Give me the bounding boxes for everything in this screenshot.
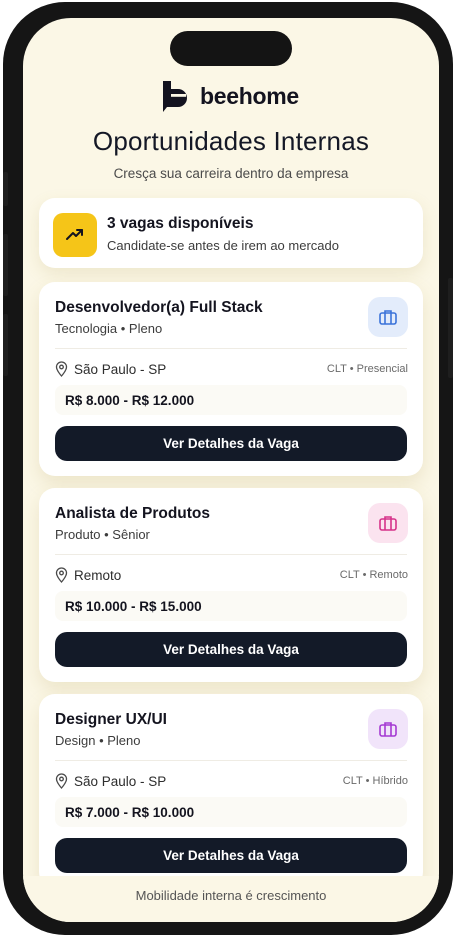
job-card: Designer UX/UI Design • Pleno São Paulo … [39, 694, 423, 888]
mute-switch [3, 172, 8, 206]
summary-subtitle: Candidate-se antes de irem ao mercado [107, 238, 339, 253]
app-screen: beehome Oportunidades Internas Cresça su… [23, 18, 439, 922]
job-title: Analista de Produtos [55, 505, 211, 522]
job-meta: Design • Pleno [55, 733, 141, 748]
location-pin-icon [55, 773, 68, 789]
job-contract: CLT • Híbrido [342, 775, 408, 787]
trending-up-icon [53, 213, 97, 257]
view-job-details-button[interactable]: Ver Detalhes da Vaga [55, 632, 407, 667]
briefcase-icon [368, 503, 408, 543]
job-location: São Paulo - SP [55, 361, 166, 377]
job-title: Desenvolvedor(a) Full Stack [55, 299, 263, 316]
view-job-details-button[interactable]: Ver Detalhes da Vaga [55, 426, 407, 461]
job-location-text: São Paulo - SP [74, 773, 167, 789]
job-salary: R$ 7.000 - R$ 10.000 [55, 797, 407, 827]
power-button [448, 278, 453, 378]
volume-down-button [3, 314, 8, 376]
phone-frame: beehome Oportunidades Internas Cresça su… [3, 2, 453, 935]
view-job-details-button[interactable]: Ver Detalhes da Vaga [55, 838, 407, 873]
beehome-logo-icon [163, 80, 187, 112]
brand-name: beehome [200, 82, 299, 109]
page-subtitle: Cresça sua carreira dentro da empresa [113, 166, 349, 181]
footer-tagline: Mobilidade interna é crescimento [23, 876, 439, 922]
briefcase-icon [368, 709, 408, 749]
page-title: Oportunidades Internas [92, 126, 370, 156]
job-meta: Produto • Sênior [55, 527, 150, 542]
card-divider [55, 554, 407, 555]
briefcase-icon [368, 297, 408, 337]
card-divider [55, 348, 407, 349]
job-card: Desenvolvedor(a) Full Stack Tecnologia •… [39, 282, 423, 476]
job-location-text: São Paulo - SP [74, 361, 167, 377]
job-location: Remoto [55, 567, 121, 583]
volume-up-button [3, 234, 8, 296]
job-meta: Tecnologia • Pleno [55, 321, 163, 336]
job-title: Designer UX/UI [55, 711, 167, 728]
dynamic-island [170, 31, 292, 66]
job-salary: R$ 8.000 - R$ 12.000 [55, 385, 407, 415]
card-divider [55, 760, 407, 761]
summary-title: 3 vagas disponíveis [107, 215, 254, 232]
job-location: São Paulo - SP [55, 773, 166, 789]
location-pin-icon [55, 361, 68, 377]
brand-logo: beehome [161, 78, 299, 114]
job-contract: CLT • Presencial [326, 363, 408, 375]
location-pin-icon [55, 567, 68, 583]
job-salary: R$ 10.000 - R$ 15.000 [55, 591, 407, 621]
job-card: Analista de Produtos Produto • Sênior Re… [39, 488, 423, 682]
job-location-text: Remoto [74, 567, 122, 583]
summary-card: 3 vagas disponíveis Candidate-se antes d… [39, 198, 423, 268]
job-contract: CLT • Remoto [339, 569, 408, 581]
